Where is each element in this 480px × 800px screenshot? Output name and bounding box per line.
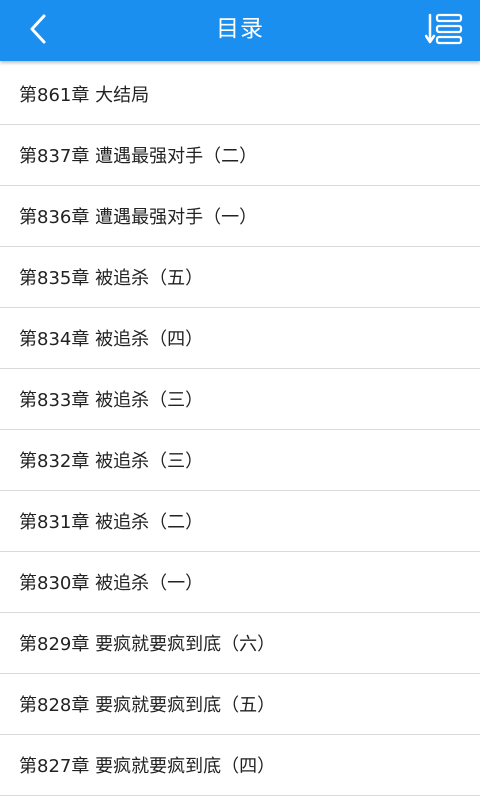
list-item[interactable]: 第827章 要疯就要疯到底（四）	[0, 735, 480, 796]
sort-button[interactable]	[424, 10, 466, 48]
chapter-title: 第837章 遭遇最强对手（二）	[19, 146, 258, 167]
list-item[interactable]: 第829章 要疯就要疯到底（六）	[0, 613, 480, 674]
chapter-title: 第836章 遭遇最强对手（一）	[19, 207, 258, 228]
chapter-title: 第831章 被追杀（二）	[19, 512, 204, 533]
list-item[interactable]: 第835章 被追杀（五）	[0, 247, 480, 308]
chapter-title: 第834章 被追杀（四）	[19, 329, 204, 350]
chapter-title: 第828章 要疯就要疯到底（五）	[19, 695, 276, 716]
list-item[interactable]: 第837章 遭遇最强对手（二）	[0, 125, 480, 186]
chapter-title: 第833章 被追杀（三）	[19, 390, 204, 411]
chapter-title: 第830章 被追杀（一）	[19, 573, 204, 594]
chapter-title: 第861章 大结局	[19, 85, 150, 106]
list-item[interactable]: 第831章 被追杀（二）	[0, 491, 480, 552]
chapter-title: 第827章 要疯就要疯到底（四）	[19, 756, 276, 777]
app-header: 目录	[0, 0, 480, 61]
chapter-title: 第832章 被追杀（三）	[19, 451, 204, 472]
list-item[interactable]: 第828章 要疯就要疯到底（五）	[0, 674, 480, 735]
page-title: 目录	[216, 16, 264, 42]
chapter-title: 第829章 要疯就要疯到底（六）	[19, 634, 276, 655]
list-item[interactable]: 第834章 被追杀（四）	[0, 308, 480, 369]
chapter-title: 第835章 被追杀（五）	[19, 268, 204, 289]
sort-list-icon	[425, 13, 463, 45]
list-item[interactable]: 第861章 大结局	[0, 64, 480, 125]
list-item[interactable]: 第833章 被追杀（三）	[0, 369, 480, 430]
list-item[interactable]: 第836章 遭遇最强对手（一）	[0, 186, 480, 247]
chapter-list: 第861章 大结局 第837章 遭遇最强对手（二） 第836章 遭遇最强对手（一…	[0, 64, 480, 796]
list-item[interactable]: 第832章 被追杀（三）	[0, 430, 480, 491]
list-item[interactable]: 第830章 被追杀（一）	[0, 552, 480, 613]
